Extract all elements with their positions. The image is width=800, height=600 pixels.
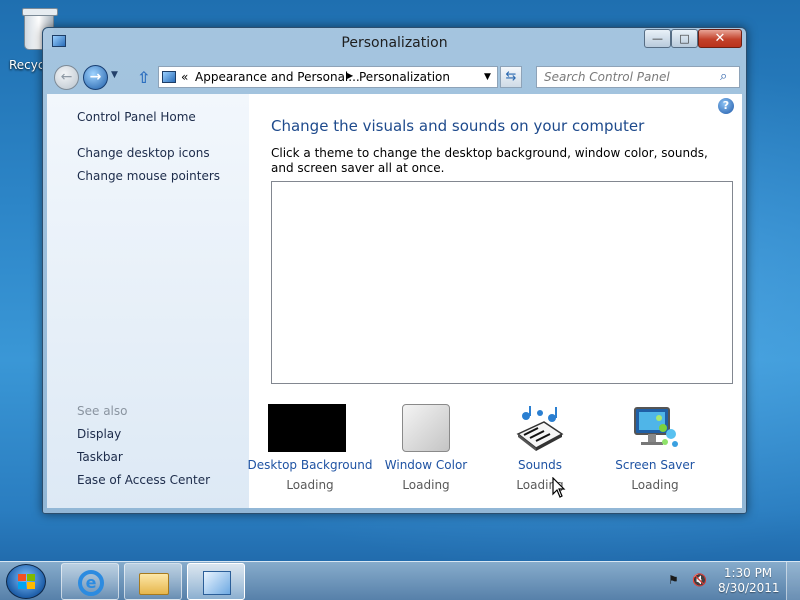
windows-logo-icon — [18, 574, 36, 590]
taskbar: e ⚑ 🔇 1:30 PM 8/30/2011 — [0, 561, 800, 600]
breadcrumb-personalization[interactable]: Personalization — [359, 70, 450, 84]
refresh-button[interactable]: ⇆ — [500, 66, 522, 88]
control-panel-icon — [203, 571, 231, 595]
sounds-link[interactable]: Sounds — [477, 458, 603, 472]
desktop-background-option[interactable]: Desktop Background Loading — [247, 404, 373, 504]
sounds-icon — [516, 406, 564, 451]
breadcrumb-separator-icon[interactable]: ▶ — [347, 71, 353, 80]
screen-saver-icon — [634, 407, 678, 447]
up-arrow-icon[interactable]: ⇧ — [137, 68, 150, 87]
page-title: Change the visuals and sounds on your co… — [271, 117, 645, 135]
control-panel-icon — [162, 71, 176, 83]
action-center-flag-icon[interactable]: ⚑ — [668, 573, 682, 589]
volume-muted-icon[interactable]: 🔇 — [692, 573, 708, 589]
personalization-window: Personalization — □ ✕ ← → ▼ ⇧ « Appearan… — [42, 27, 747, 514]
screen-saver-option[interactable]: Screen Saver Loading — [592, 404, 718, 504]
window-color-preview — [402, 404, 450, 452]
show-desktop-button[interactable] — [786, 562, 800, 600]
page-description: Click a theme to change the desktop back… — [271, 146, 708, 175]
theme-list[interactable] — [271, 181, 733, 384]
breadcrumb-appearance[interactable]: Appearance and Personal... — [195, 70, 360, 84]
minimize-button[interactable]: — — [644, 29, 671, 48]
sounds-option[interactable]: Sounds Loading — [477, 404, 603, 504]
address-bar[interactable]: « Appearance and Personal... ▶ Personali… — [158, 66, 498, 88]
sidebar-item-change-mouse-pointers[interactable]: Change mouse pointers — [77, 169, 220, 183]
sidebar-item-ease-of-access[interactable]: Ease of Access Center — [77, 473, 210, 487]
mouse-cursor-icon — [552, 477, 566, 498]
desktop-background-preview — [268, 404, 346, 452]
screen-saver-status: Loading — [631, 478, 679, 492]
start-button[interactable] — [6, 564, 46, 599]
windows-explorer-icon — [139, 573, 169, 595]
window-color-status: Loading — [402, 478, 450, 492]
search-icon[interactable]: ⌕ — [720, 69, 727, 84]
back-button[interactable]: ← — [54, 65, 79, 90]
window-color-option[interactable]: Window Color Loading — [363, 404, 489, 504]
navigation-bar: ← → ▼ ⇧ « Appearance and Personal... ▶ P… — [43, 61, 746, 91]
breadcrumb-overflow[interactable]: « — [181, 70, 188, 84]
address-dropdown-icon[interactable]: ▼ — [484, 72, 491, 82]
content-area: Control Panel Home Change desktop icons … — [47, 94, 742, 508]
desktop-background-status: Loading — [286, 478, 334, 492]
sidebar-item-display[interactable]: Display — [77, 427, 121, 441]
clock-time: 1:30 PM — [723, 566, 773, 580]
search-box[interactable]: ⌕ — [536, 66, 740, 88]
taskbar-control-panel[interactable] — [187, 563, 245, 600]
taskbar-windows-explorer[interactable] — [124, 563, 182, 600]
search-input[interactable] — [537, 67, 717, 87]
help-icon[interactable]: ? — [718, 98, 734, 114]
taskbar-internet-explorer[interactable]: e — [61, 563, 119, 600]
sounds-status: Loading — [516, 478, 564, 492]
internet-explorer-icon: e — [78, 570, 104, 596]
system-clock[interactable]: 1:30 PM 8/30/2011 — [718, 566, 780, 596]
screen-saver-link[interactable]: Screen Saver — [592, 458, 718, 472]
sidebar-item-change-desktop-icons[interactable]: Change desktop icons — [77, 146, 210, 160]
see-also-heading: See also — [77, 404, 128, 418]
clock-date: 8/30/2011 — [718, 581, 780, 595]
main-panel: ? Change the visuals and sounds on your … — [247, 94, 742, 508]
desktop-background-link[interactable]: Desktop Background — [247, 458, 373, 472]
recent-pages-dropdown-icon[interactable]: ▼ — [111, 70, 118, 80]
sidebar-item-control-panel-home[interactable]: Control Panel Home — [77, 110, 196, 124]
window-title: Personalization — [341, 35, 448, 51]
sidebar-item-taskbar[interactable]: Taskbar — [77, 450, 123, 464]
close-button[interactable]: ✕ — [698, 29, 742, 48]
window-color-link[interactable]: Window Color — [363, 458, 489, 472]
forward-button[interactable]: → — [83, 65, 108, 90]
sidebar: Control Panel Home Change desktop icons … — [47, 94, 249, 508]
recycle-bin-label: Recyc — [9, 58, 45, 72]
maximize-button[interactable]: □ — [671, 29, 698, 48]
title-bar[interactable]: Personalization — □ ✕ — [43, 28, 746, 60]
